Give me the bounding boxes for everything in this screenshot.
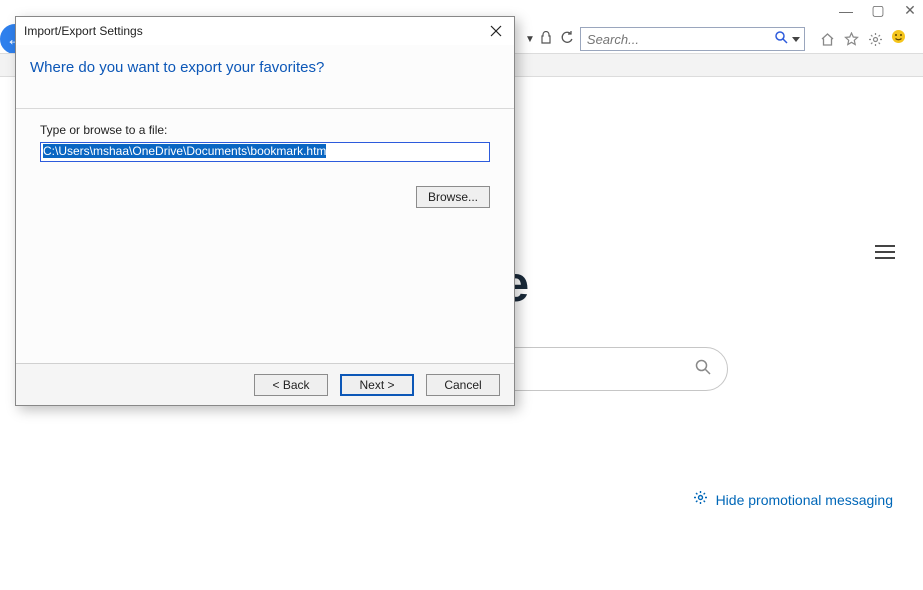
dialog-footer: < Back Next > Cancel [16, 363, 514, 405]
hamburger-icon[interactable] [875, 245, 895, 259]
gear-icon [693, 490, 708, 509]
lock-icon [541, 31, 552, 47]
home-icon[interactable] [819, 30, 837, 48]
back-button[interactable]: < Back [254, 374, 328, 396]
gear-icon[interactable] [867, 30, 885, 48]
hide-promo-link[interactable]: Hide promotional messaging [693, 490, 893, 509]
import-export-dialog: Import/Export Settings Where do you want… [15, 16, 515, 406]
path-input[interactable]: C:\Users\mshaa\OneDrive\Documents\bookma… [40, 142, 490, 162]
search-box[interactable] [580, 27, 805, 51]
caret-down-icon[interactable]: ▼ [525, 34, 535, 45]
window-maximize-button[interactable]: ▢ [871, 2, 885, 19]
smiley-icon[interactable] [891, 29, 906, 49]
star-icon[interactable] [843, 30, 861, 48]
dialog-body: Type or browse to a file: C:\Users\mshaa… [16, 109, 514, 363]
window-close-button[interactable]: ✕ [903, 2, 917, 19]
cancel-button[interactable]: Cancel [426, 374, 500, 396]
dialog-title: Import/Export Settings [24, 24, 143, 38]
dialog-heading: Where do you want to export your favorit… [16, 45, 514, 109]
next-button[interactable]: Next > [340, 374, 414, 396]
search-dropdown-icon[interactable] [792, 37, 800, 42]
path-input-value: C:\Users\mshaa\OneDrive\Documents\bookma… [43, 144, 326, 158]
refresh-icon[interactable] [560, 31, 574, 48]
search-icon[interactable] [695, 359, 711, 380]
dialog-close-button[interactable] [486, 21, 506, 41]
search-input[interactable] [585, 31, 775, 48]
search-icon[interactable] [775, 31, 788, 47]
dialog-titlebar: Import/Export Settings [16, 17, 514, 45]
window-minimize-button[interactable]: — [839, 3, 853, 19]
path-field-label: Type or browse to a file: [40, 123, 490, 137]
hide-promo-label: Hide promotional messaging [716, 492, 893, 508]
browse-button[interactable]: Browse... [416, 186, 490, 208]
